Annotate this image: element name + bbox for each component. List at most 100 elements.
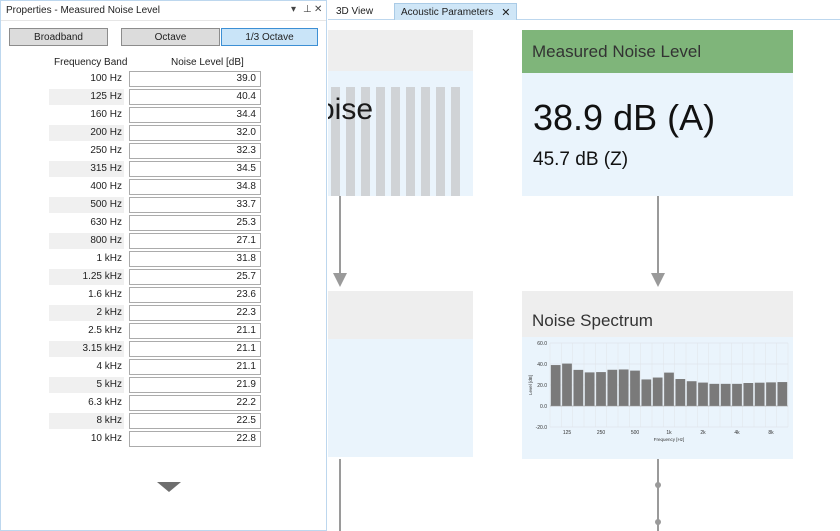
measured-noise-card-header[interactable]: Measured Noise Level (522, 30, 793, 73)
chart-x-tick-label: 2k (700, 430, 706, 436)
noise-level-input[interactable]: 34.8 (129, 179, 261, 195)
partial-card-header[interactable] (328, 30, 473, 71)
level-stripe (391, 87, 400, 196)
chart-y-tick-label: 20.0 (537, 383, 547, 389)
noise-level-input[interactable]: 21.1 (129, 359, 261, 375)
noise-level-input[interactable]: 34.4 (129, 107, 261, 123)
noise-spectrum-chart: 60.0 40.0 20.0 0.0 -20.0 125 250 500 1k 2k 4k 8k Fre… (528, 341, 789, 442)
table-row: 5 kHz 21.9 (1, 376, 326, 394)
level-stripe (436, 87, 445, 196)
frequency-band-label: 4 kHz (96, 361, 122, 372)
noise-spectrum-title: Noise Spectrum (532, 311, 653, 330)
frequency-band-label: 1.6 kHz (88, 289, 122, 300)
chart-bar (732, 383, 742, 406)
noise-level-input[interactable]: 40.4 (129, 89, 261, 105)
table-row: 160 Hz 34.4 (1, 106, 326, 124)
chart-bar (584, 372, 595, 406)
tab-acoustic-parameters[interactable]: Acoustic Parameters ✕ (394, 3, 518, 20)
chart-bar (766, 382, 776, 406)
frequency-band-label: 1 kHz (96, 253, 122, 264)
tab-3d-view[interactable]: 3D View (330, 3, 379, 20)
partial-card-2-header[interactable] (328, 291, 473, 339)
noise-level-header: Noise Level [dB] (171, 57, 244, 68)
noise-level-input[interactable]: 27.1 (129, 233, 261, 249)
noise-level-input[interactable]: 22.3 (129, 305, 261, 321)
noise-level-input[interactable]: 34.5 (129, 161, 261, 177)
scroll-down-arrow-icon[interactable] (157, 482, 181, 492)
table-row: 315 Hz 34.5 (1, 160, 326, 178)
frequency-band-label: 10 kHz (90, 433, 122, 444)
frequency-band-label: 250 Hz (90, 145, 122, 156)
chart-bar (652, 377, 663, 406)
connector-line (339, 459, 341, 531)
chart-y-tick-label: -20.0 (536, 425, 548, 431)
chart-bar (573, 369, 584, 406)
noise-level-input[interactable]: 23.6 (129, 287, 261, 303)
noise-level-input[interactable]: 31.8 (129, 251, 261, 267)
chart-bar (596, 372, 606, 406)
chart-y-axis-label: Level [dB] (528, 375, 533, 395)
table-row: 500 Hz 33.7 (1, 196, 326, 214)
noise-level-dbz: 45.7 dB (Z) (533, 149, 629, 170)
measured-noise-card-body[interactable]: 38.9 dB (A) 45.7 dB (Z) (522, 73, 793, 196)
chart-y-tick-label: 60.0 (537, 341, 547, 347)
pin-icon[interactable]: ⊥ (303, 4, 312, 15)
octave-button[interactable]: Octave (121, 28, 220, 46)
table-row: 10 kHz 22.8 (1, 430, 326, 448)
frequency-band-label: 100 Hz (90, 73, 122, 84)
noise-level-input[interactable]: 33.7 (129, 197, 261, 213)
chart-bar (709, 383, 720, 406)
chart-bar (618, 369, 629, 406)
table-row: 1.25 kHz 25.7 (1, 268, 326, 286)
partial-card-body[interactable] (328, 71, 473, 196)
table-row: 6.3 kHz 22.2 (1, 394, 326, 412)
tab-label: 3D View (336, 6, 374, 17)
tab-close-icon[interactable]: ✕ (501, 6, 510, 19)
chart-bar (743, 383, 754, 406)
table-row: 4 kHz 21.1 (1, 358, 326, 376)
noise-level-input[interactable]: 39.0 (129, 71, 261, 87)
chart-bar (641, 379, 652, 406)
noise-level-input[interactable]: 21.9 (129, 377, 261, 393)
noise-level-input[interactable]: 22.8 (129, 431, 261, 447)
frequency-band-label: 2.5 kHz (88, 325, 122, 336)
chart-bar (550, 365, 561, 406)
frequency-band-label: 630 Hz (90, 217, 122, 228)
third-octave-button[interactable]: 1/3 Octave (221, 28, 318, 46)
level-stripe (376, 87, 385, 196)
noise-level-input[interactable]: 32.3 (129, 143, 261, 159)
noise-level-input[interactable]: 22.2 (129, 395, 261, 411)
connector-dot (655, 482, 661, 488)
chart-y-tick-label: 0.0 (540, 404, 547, 410)
frequency-band-label: 6.3 kHz (88, 397, 122, 408)
broadband-button[interactable]: Broadband (9, 28, 108, 46)
level-stripe (421, 87, 430, 196)
partial-card-text: oise (328, 93, 374, 126)
frequency-band-label: 160 Hz (90, 109, 122, 120)
frequency-band-label: 400 Hz (90, 181, 122, 192)
close-icon[interactable]: ✕ (314, 4, 322, 15)
noise-level-input[interactable]: 21.1 (129, 323, 261, 339)
frequency-band-label: 1.25 kHz (49, 269, 124, 285)
noise-spectrum-card-body[interactable]: 60.0 40.0 20.0 0.0 -20.0 125 250 500 1k 2k 4k 8k Fre… (522, 337, 793, 459)
noise-level-input[interactable]: 25.7 (129, 269, 261, 285)
table-row: 100 Hz 39.0 (1, 70, 326, 88)
noise-level-input[interactable]: 25.3 (129, 215, 261, 231)
noise-level-input[interactable]: 21.1 (129, 341, 261, 357)
noise-level-dba: 38.9 dB (A) (533, 97, 716, 138)
frequency-band-header: Frequency Band (54, 57, 128, 68)
chart-bar (607, 369, 618, 406)
noise-level-input[interactable]: 32.0 (129, 125, 261, 141)
table-row: 1 kHz 31.8 (1, 250, 326, 268)
chart-x-tick-label: 1k (666, 430, 672, 436)
frequency-band-label: 800 Hz (49, 233, 124, 249)
level-stripe (406, 87, 415, 196)
panel-dropdown-icon[interactable]: ▾ (291, 4, 296, 15)
flow-canvas[interactable]: oise Measured Noise Level 38.9 dB (A) 45… (328, 21, 840, 531)
noise-spectrum-card-header[interactable]: Noise Spectrum (522, 291, 793, 337)
tab-label: Acoustic Parameters (401, 6, 494, 18)
noise-level-input[interactable]: 22.5 (129, 413, 261, 429)
properties-title: Properties - Measured Noise Level (6, 5, 160, 16)
chart-bar (562, 363, 572, 406)
partial-card-2-body[interactable] (328, 339, 473, 457)
